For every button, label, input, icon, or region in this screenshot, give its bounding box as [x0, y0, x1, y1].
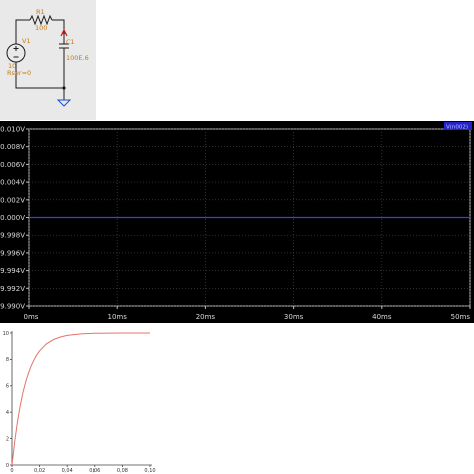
ground-icon: [56, 99, 72, 107]
y-tick-label: 10.002V: [0, 196, 25, 204]
v1-rser-label: Rser=0: [7, 69, 31, 77]
wire: [52, 19, 65, 44]
y-tick-label: 9.994V: [0, 267, 25, 275]
r1-value-label: 100: [35, 24, 47, 32]
y-tick-label: 9.990V: [0, 303, 25, 311]
y-tick-label: 10.008V: [0, 143, 25, 151]
x-tick-label: 0: [10, 468, 13, 474]
x-tick-label: 0,08: [117, 468, 128, 474]
v1-plus-sign: [13, 46, 19, 51]
junction-dot: [62, 86, 66, 90]
x-tick-label: 0,02: [34, 468, 45, 474]
x-tick-label: 0ms: [24, 313, 39, 321]
x-axis-label: t: [93, 468, 95, 474]
x-tick-label: 50ms: [451, 313, 471, 321]
x-tick-label: 10ms: [108, 313, 128, 321]
y-tick-label: 8: [6, 357, 9, 363]
x-tick-label: 20ms: [196, 313, 216, 321]
trace-legend-label: V(n002): [446, 125, 468, 131]
v1-name-label: V1: [22, 37, 31, 45]
y-tick-label: 10: [3, 331, 9, 337]
x-tick-label: 0,10: [144, 468, 155, 474]
y-tick-label: 10.010V: [0, 126, 25, 134]
y-tick-label: 0: [6, 463, 9, 469]
r1-resistor[interactable]: [29, 14, 53, 26]
circuit-schematic: R1 100 C1 100E.6 V1 10 Rser=0: [0, 0, 96, 120]
y-tick-label: 10.000V: [0, 214, 25, 222]
c1-value-label: 100E.6: [66, 54, 89, 62]
x-tick-label: 30ms: [284, 313, 304, 321]
waveform-viewer[interactable]: 10.010V 10.008V 10.006V 10.004V 10.002V 10.00…: [0, 121, 474, 323]
x-tick-label: 0,04: [62, 468, 73, 474]
x-tick-label: 40ms: [372, 313, 392, 321]
y-tick-label: 9.992V: [0, 285, 25, 293]
y-tick-label: 4: [6, 410, 9, 416]
charge-curve-plot: 0 2 4 6 8 10 0 0,02 0,04 0,06 0,08 0,10 t: [0, 325, 160, 474]
r1-name-label: R1: [36, 8, 45, 16]
y-tick-label: 2: [6, 436, 9, 442]
y-tick-label: 10.006V: [0, 161, 25, 169]
c1-name-label: C1: [66, 38, 75, 46]
y-tick-label: 9.998V: [0, 232, 25, 240]
y-tick-label: 10.004V: [0, 179, 25, 187]
charge-curve-line: [11, 332, 150, 466]
y-tick-label: 6: [6, 384, 9, 390]
y-tick-label: 9.996V: [0, 249, 25, 257]
